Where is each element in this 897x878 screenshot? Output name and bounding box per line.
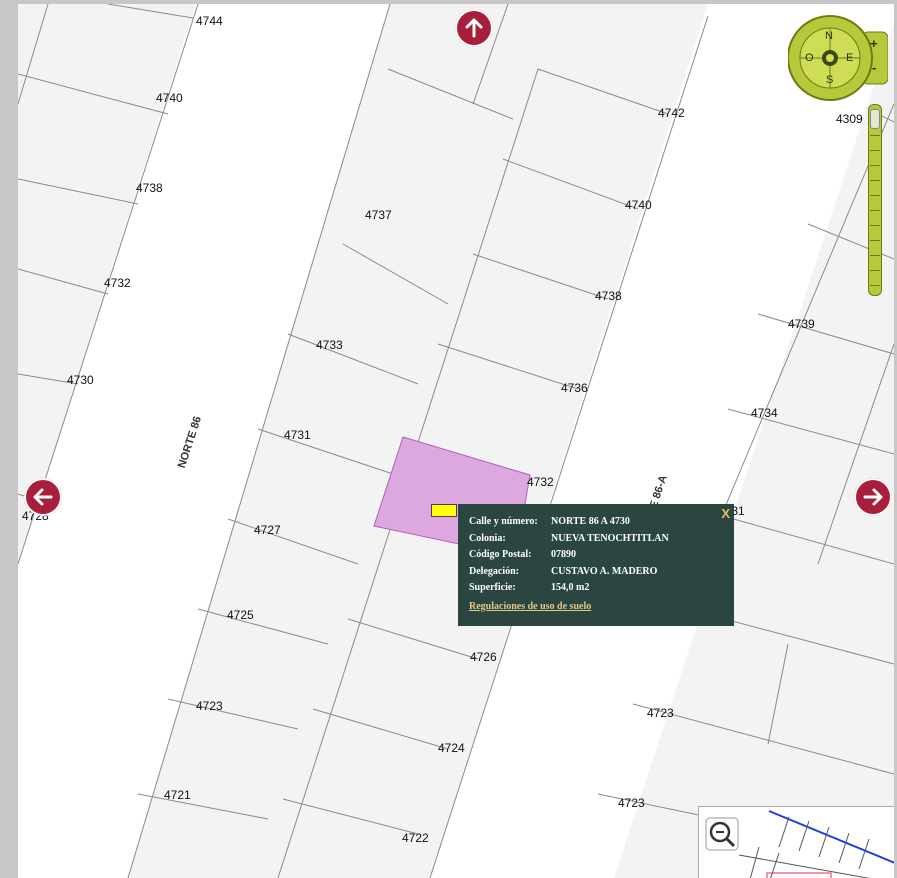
magnifier-icon [705, 817, 739, 851]
lot-label: 4740 [625, 198, 652, 212]
lot-label: 4732 [104, 276, 131, 290]
lot-label: 4723 [196, 699, 223, 713]
lot-label: 4742 [658, 106, 685, 120]
lot-label: 4721 [164, 788, 191, 802]
lot-label: 4736 [561, 381, 588, 395]
lot-label: 4722 [402, 831, 429, 845]
parcel-info-popup: X Calle y número: NORTE 86 A 4730 Colonia… [458, 504, 734, 626]
arrow-right-icon [863, 488, 883, 506]
lot-label: 4744 [196, 14, 223, 28]
parcel-marker[interactable] [431, 504, 457, 517]
lot-label: 4723 [647, 706, 674, 720]
overview-zoom-button[interactable] [705, 817, 739, 851]
lot-label: 4737 [365, 208, 392, 222]
lot-label: 4733 [316, 338, 343, 352]
compass-north[interactable]: N [825, 30, 833, 42]
info-row: Calle y número: NORTE 86 A 4730 [469, 516, 630, 527]
lot-label: 4730 [67, 373, 94, 387]
zoom-in-button[interactable]: + [870, 36, 878, 51]
lot-label: 4738 [136, 181, 163, 195]
overview-map[interactable] [698, 806, 894, 878]
lot-label: 4723 [618, 796, 645, 810]
map-canvas[interactable]: 4744 4740 4738 4732 4730 4728 4737 4733 … [18, 4, 894, 878]
lot-label: 4739 [788, 317, 815, 331]
info-row: Delegación: CUSTAVO A. MADERO [469, 565, 658, 577]
compass-south[interactable]: S [826, 74, 833, 86]
street-norte-86-a [430, 4, 894, 878]
lot-label: 4725 [227, 608, 254, 622]
arrow-up-icon [465, 18, 483, 38]
close-popup-button[interactable]: X [721, 506, 730, 521]
lot-label: 4734 [751, 406, 778, 420]
lot-label: 4731 [284, 428, 311, 442]
lot-label: 4726 [470, 650, 497, 664]
compass-control[interactable]: N S E O + - [787, 14, 889, 102]
zoom-slider-handle[interactable] [870, 109, 880, 129]
lot-label: 4732 [527, 475, 554, 489]
info-row: Superficie: 154,0 m2 [469, 582, 590, 593]
pan-west-button[interactable] [24, 478, 62, 516]
compass-west[interactable]: O [805, 52, 814, 64]
compass-east[interactable]: E [846, 52, 853, 64]
land-use-regulations-link[interactable]: Regulaciones de uso de suelo [469, 601, 591, 612]
zoom-slider[interactable] [868, 104, 882, 296]
info-row: Código Postal: 07890 [469, 549, 576, 560]
pan-east-button[interactable] [854, 478, 892, 516]
street-norte-86 [18, 4, 390, 878]
lot-label: 4738 [595, 289, 622, 303]
pan-north-button[interactable] [455, 9, 493, 47]
lot-label: 4724 [438, 741, 465, 755]
lot-label: 4727 [254, 523, 281, 537]
lot-label: 4740 [156, 91, 183, 105]
info-row: Colonia: NUEVA TENOCHTITLAN [469, 532, 669, 544]
zoom-out-button[interactable]: - [872, 60, 876, 75]
arrow-left-icon [33, 488, 53, 506]
lot-label: 4309 [836, 112, 863, 126]
